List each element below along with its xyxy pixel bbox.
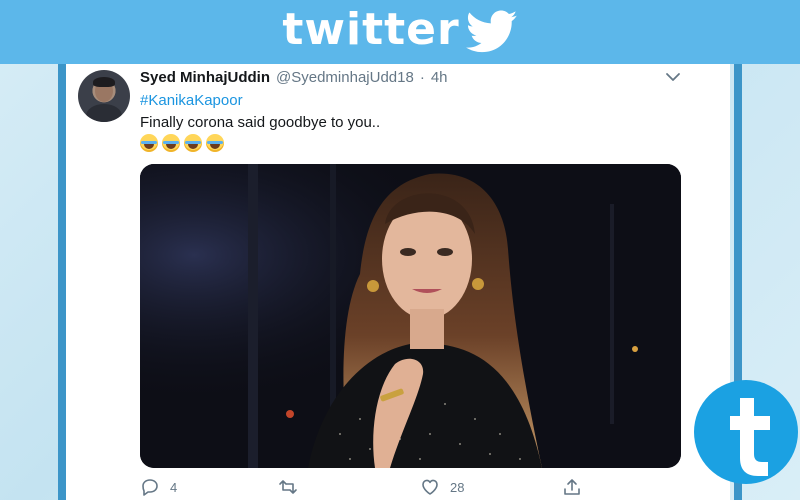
reply-icon	[142, 479, 158, 496]
tweet-header: Syed MinhajUddin @SyedminhajUdd18 · 4h	[140, 69, 448, 89]
twitter-wordmark: twitter	[282, 4, 460, 55]
share-icon	[564, 479, 580, 495]
reply-action[interactable]: 4	[140, 476, 177, 498]
avatar[interactable]	[78, 70, 130, 122]
retweet-action[interactable]	[278, 476, 308, 498]
frame-stripe-left	[58, 60, 66, 500]
twitter-bird-icon	[465, 10, 517, 53]
avatar-hair	[93, 77, 115, 87]
like-action[interactable]: 28	[420, 476, 464, 498]
tears-of-joy-emoji	[140, 134, 158, 152]
twitter-banner: twitter	[0, 0, 800, 64]
chevron-down-icon[interactable]	[664, 70, 682, 84]
hashtag-link[interactable]: #KanikaKapoor	[140, 92, 243, 109]
tears-of-joy-emoji	[162, 134, 180, 152]
emoji-row	[140, 134, 224, 154]
retweet-icon	[279, 480, 297, 494]
avatar-shoulders	[86, 104, 122, 122]
tweet-actions: 4 28	[140, 476, 680, 500]
like-count: 28	[450, 479, 465, 495]
tears-of-joy-emoji	[184, 134, 202, 152]
author-name[interactable]: Syed MinhajUddin	[140, 69, 270, 86]
tweet-timestamp[interactable]: 4h	[431, 69, 448, 86]
share-action[interactable]	[562, 476, 592, 498]
tweet-photo[interactable]	[140, 164, 681, 468]
t-logo-icon	[694, 380, 798, 484]
photo-illustration	[140, 164, 681, 468]
tweet-text: Finally corona said goodbye to you..	[140, 114, 381, 131]
tears-of-joy-emoji	[206, 134, 224, 152]
author-handle[interactable]: @SyedminhajUdd18	[276, 69, 414, 86]
header-separator: ·	[419, 69, 425, 86]
tweet-card[interactable]: Syed MinhajUddin @SyedminhajUdd18 · 4h #…	[66, 64, 730, 500]
heart-icon	[422, 479, 438, 495]
reply-count: 4	[170, 479, 178, 495]
